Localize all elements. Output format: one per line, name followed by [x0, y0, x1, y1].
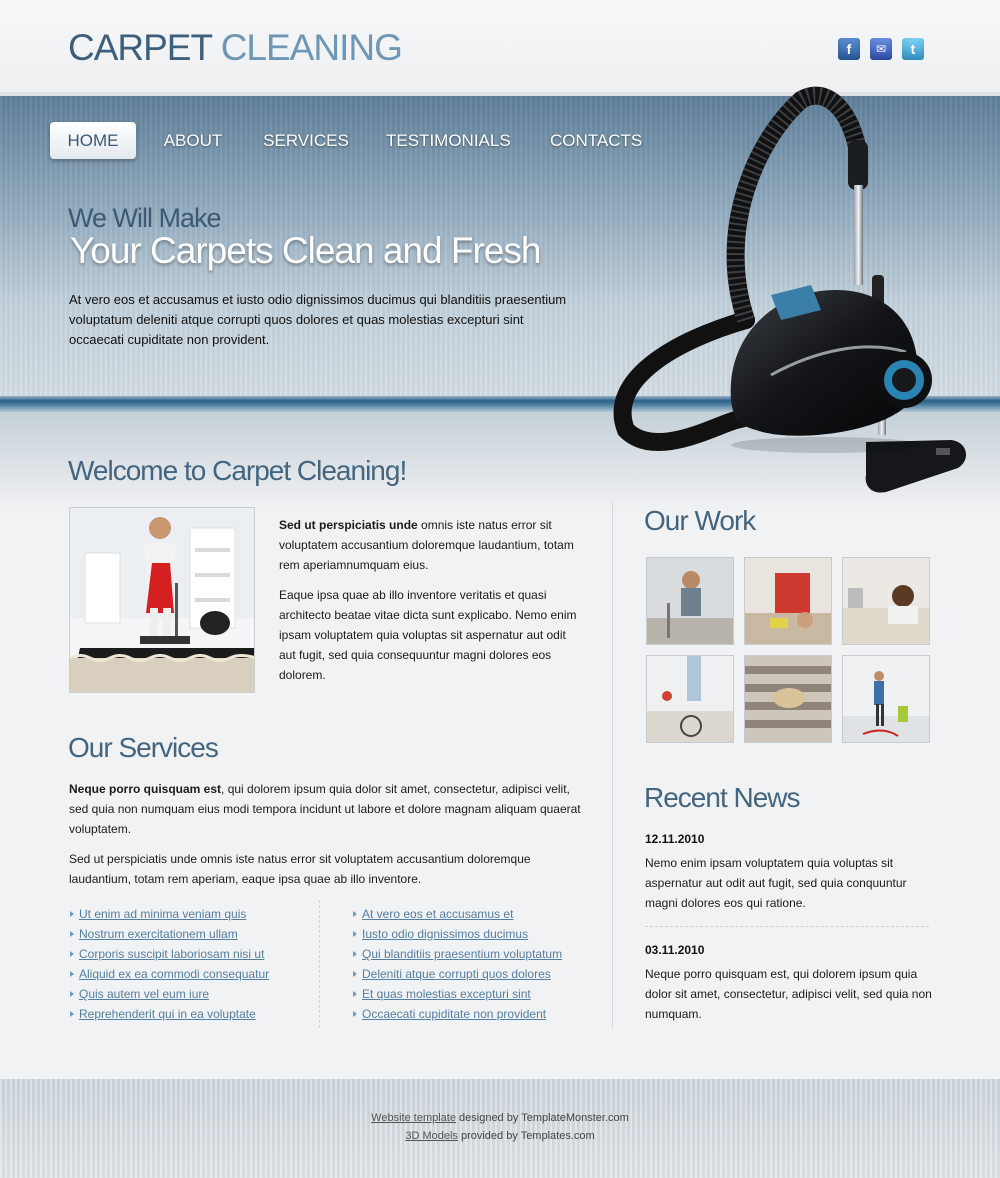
list-item: Qui blanditiis praesentium voluptatum	[352, 944, 562, 964]
service-link[interactable]: Nostrum exercitationem ullam	[79, 927, 238, 941]
service-link[interactable]: Aliquid ex ea commodi consequatur	[79, 967, 269, 981]
news-date: 03.11.2010	[645, 943, 705, 957]
services-paragraph-2: Sed ut perspiciatis unde omnis iste natu…	[69, 852, 531, 886]
column-separator	[612, 502, 613, 1029]
work-thumbnail[interactable]	[744, 655, 832, 743]
list-item: At vero eos et accusamus et	[352, 904, 562, 924]
work-thumbnail[interactable]	[842, 557, 930, 645]
list-item: Occaecati cupiditate non provident	[352, 1004, 562, 1024]
service-link[interactable]: Deleniti atque corrupti quos dolores	[362, 967, 551, 981]
list-item: Aliquid ex ea commodi consequatur	[69, 964, 269, 984]
site-logo[interactable]: CARPET CLEANING	[68, 26, 403, 70]
news-date: 12.11.2010	[645, 832, 705, 846]
list-item: Corporis suscipit laboriosam nisi ut	[69, 944, 269, 964]
facebook-icon[interactable]: f	[838, 38, 860, 60]
welcome-paragraph-1: Sed ut perspiciatis unde omnis iste natu…	[279, 515, 584, 575]
hero-text: At vero eos et accusamus et iusto odio d…	[69, 292, 567, 347]
list-item: Iusto odio dignissimos ducimus	[352, 924, 562, 944]
service-link[interactable]: Reprehenderit qui in ea voluptate	[79, 1007, 256, 1021]
site-footer: Website template designed by TemplateMon…	[0, 1079, 1000, 1178]
work-thumbnail[interactable]	[646, 655, 734, 743]
recent-news-heading: Recent News	[644, 782, 801, 813]
list-divider	[319, 900, 320, 1028]
list-item: Nostrum exercitationem ullam	[69, 924, 269, 944]
footer-credit-2: 3D Models provided by Templates.com	[0, 1130, 1000, 1142]
hero-title: Your Carpets Clean and Fresh	[70, 230, 541, 271]
work-thumbnail[interactable]	[744, 557, 832, 645]
work-thumbnail[interactable]	[646, 557, 734, 645]
cleaner-photo	[69, 507, 255, 693]
news-text: Nemo enim ipsam voluptatem quia voluptas…	[645, 856, 907, 910]
services-paragraph-1: Neque porro quisquam est, qui dolorem ip…	[69, 779, 584, 839]
list-item: Deleniti atque corrupti quos dolores	[352, 964, 562, 984]
welcome-bold-lead: Sed ut perspiciatis unde	[279, 518, 418, 532]
service-link[interactable]: Et quas molestias excepturi sint	[362, 987, 531, 1001]
welcome-heading: Welcome to Carpet Cleaning!	[68, 455, 407, 486]
our-work-heading: Our Work	[644, 505, 756, 536]
list-item: Et quas molestias excepturi sint	[352, 984, 562, 1004]
messenger-icon[interactable]: ✉	[870, 38, 892, 60]
footer-text-2: provided by Templates.com	[457, 1130, 595, 1142]
work-thumbnail[interactable]	[842, 655, 930, 743]
footer-text-1: designed by TemplateMonster.com	[455, 1112, 629, 1124]
list-item: Ut enim ad minima veniam quis	[69, 904, 269, 924]
service-link[interactable]: Occaecati cupiditate non provident	[362, 1007, 546, 1021]
services-heading: Our Services	[68, 732, 219, 763]
3d-models-link[interactable]: 3D Models	[405, 1130, 458, 1142]
service-link[interactable]: Corporis suscipit laboriosam nisi ut	[79, 947, 264, 961]
footer-credit-1: Website template designed by TemplateMon…	[0, 1112, 1000, 1124]
logo-word-carpet: CARPET	[68, 27, 212, 68]
vacuum-cleaner-image	[613, 86, 967, 493]
nav-testimonials[interactable]: TESTIMONIALS	[386, 122, 511, 159]
news-divider	[645, 926, 929, 927]
list-item: Quis autem vel eum iure	[69, 984, 269, 1004]
service-link[interactable]: Quis autem vel eum iure	[79, 987, 209, 1001]
nav-about[interactable]: ABOUT	[158, 122, 228, 159]
services-bold-lead: Neque porro quisquam est	[69, 782, 222, 796]
news-text: Neque porro quisquam est, qui dolorem ip…	[645, 967, 932, 1021]
nav-home[interactable]: HOME	[50, 122, 136, 159]
service-link[interactable]: At vero eos et accusamus et	[362, 907, 513, 921]
twitter-icon[interactable]: t	[902, 38, 924, 60]
service-link[interactable]: Iusto odio dignissimos ducimus	[362, 927, 528, 941]
website-template-link[interactable]: Website template	[371, 1112, 456, 1124]
service-link[interactable]: Qui blanditiis praesentium voluptatum	[362, 947, 562, 961]
nav-services[interactable]: SERVICES	[262, 122, 350, 159]
services-list-right: At vero eos et accusamus et Iusto odio d…	[352, 904, 562, 1024]
services-list-left: Ut enim ad minima veniam quis Nostrum ex…	[69, 904, 269, 1024]
welcome-paragraph-2: Eaque ipsa quae ab illo inventore verita…	[279, 588, 577, 682]
service-link[interactable]: Ut enim ad minima veniam quis	[79, 907, 246, 921]
list-item: Reprehenderit qui in ea voluptate	[69, 1004, 269, 1024]
logo-word-cleaning: CLEANING	[220, 27, 403, 68]
